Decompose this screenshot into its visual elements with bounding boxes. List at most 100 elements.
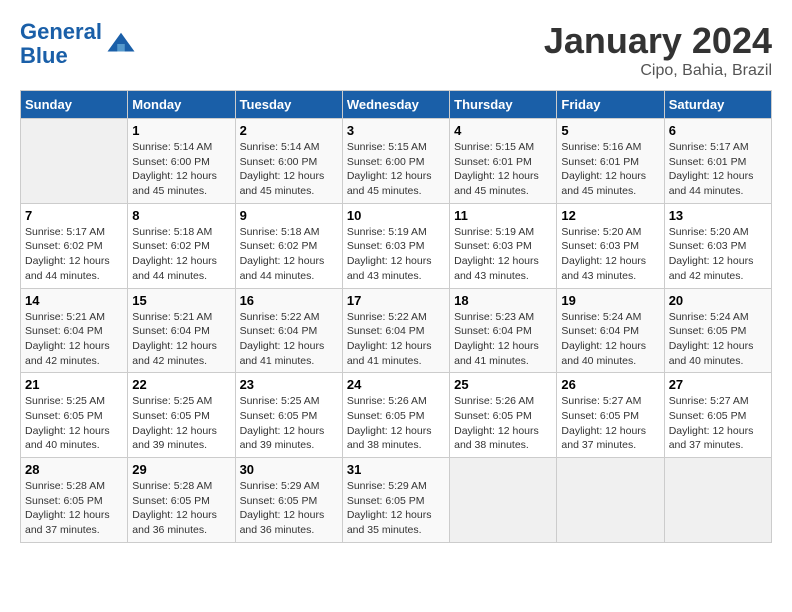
- day-info: Sunrise: 5:17 AMSunset: 6:01 PMDaylight:…: [669, 141, 754, 197]
- day-number: 19: [561, 293, 659, 308]
- day-info: Sunrise: 5:15 AMSunset: 6:00 PMDaylight:…: [347, 141, 432, 197]
- day-number: 7: [25, 208, 123, 223]
- calendar-cell: 7 Sunrise: 5:17 AMSunset: 6:02 PMDayligh…: [21, 203, 128, 288]
- calendar-cell: 27 Sunrise: 5:27 AMSunset: 6:05 PMDaylig…: [664, 373, 771, 458]
- logo: General Blue: [20, 20, 136, 68]
- day-info: Sunrise: 5:29 AMSunset: 6:05 PMDaylight:…: [240, 480, 325, 536]
- day-number: 27: [669, 377, 767, 392]
- calendar-cell: [664, 458, 771, 543]
- calendar-cell: 23 Sunrise: 5:25 AMSunset: 6:05 PMDaylig…: [235, 373, 342, 458]
- calendar-cell: 31 Sunrise: 5:29 AMSunset: 6:05 PMDaylig…: [342, 458, 449, 543]
- calendar-week-row: 28 Sunrise: 5:28 AMSunset: 6:05 PMDaylig…: [21, 458, 772, 543]
- day-info: Sunrise: 5:19 AMSunset: 6:03 PMDaylight:…: [347, 226, 432, 282]
- calendar-cell: 10 Sunrise: 5:19 AMSunset: 6:03 PMDaylig…: [342, 203, 449, 288]
- day-number: 15: [132, 293, 230, 308]
- day-info: Sunrise: 5:21 AMSunset: 6:04 PMDaylight:…: [25, 311, 110, 367]
- calendar-cell: 20 Sunrise: 5:24 AMSunset: 6:05 PMDaylig…: [664, 288, 771, 373]
- column-header-monday: Monday: [128, 91, 235, 119]
- calendar-cell: 6 Sunrise: 5:17 AMSunset: 6:01 PMDayligh…: [664, 119, 771, 204]
- calendar-cell: 3 Sunrise: 5:15 AMSunset: 6:00 PMDayligh…: [342, 119, 449, 204]
- day-info: Sunrise: 5:22 AMSunset: 6:04 PMDaylight:…: [240, 311, 325, 367]
- day-info: Sunrise: 5:19 AMSunset: 6:03 PMDaylight:…: [454, 226, 539, 282]
- calendar-week-row: 21 Sunrise: 5:25 AMSunset: 6:05 PMDaylig…: [21, 373, 772, 458]
- calendar-cell: 8 Sunrise: 5:18 AMSunset: 6:02 PMDayligh…: [128, 203, 235, 288]
- day-info: Sunrise: 5:25 AMSunset: 6:05 PMDaylight:…: [240, 395, 325, 451]
- day-number: 16: [240, 293, 338, 308]
- page-subtitle: Cipo, Bahia, Brazil: [544, 62, 772, 80]
- logo-icon: [106, 29, 136, 59]
- day-info: Sunrise: 5:22 AMSunset: 6:04 PMDaylight:…: [347, 311, 432, 367]
- day-info: Sunrise: 5:14 AMSunset: 6:00 PMDaylight:…: [240, 141, 325, 197]
- day-number: 3: [347, 123, 445, 138]
- day-number: 20: [669, 293, 767, 308]
- day-info: Sunrise: 5:25 AMSunset: 6:05 PMDaylight:…: [132, 395, 217, 451]
- column-header-tuesday: Tuesday: [235, 91, 342, 119]
- calendar-cell: 24 Sunrise: 5:26 AMSunset: 6:05 PMDaylig…: [342, 373, 449, 458]
- calendar-cell: 19 Sunrise: 5:24 AMSunset: 6:04 PMDaylig…: [557, 288, 664, 373]
- calendar-cell: 17 Sunrise: 5:22 AMSunset: 6:04 PMDaylig…: [342, 288, 449, 373]
- day-info: Sunrise: 5:26 AMSunset: 6:05 PMDaylight:…: [347, 395, 432, 451]
- day-info: Sunrise: 5:28 AMSunset: 6:05 PMDaylight:…: [25, 480, 110, 536]
- calendar-cell: 28 Sunrise: 5:28 AMSunset: 6:05 PMDaylig…: [21, 458, 128, 543]
- page-header: General Blue January 2024 Cipo, Bahia, B…: [20, 20, 772, 80]
- day-number: 2: [240, 123, 338, 138]
- day-info: Sunrise: 5:15 AMSunset: 6:01 PMDaylight:…: [454, 141, 539, 197]
- page-title: January 2024: [544, 20, 772, 62]
- day-number: 31: [347, 462, 445, 477]
- day-number: 4: [454, 123, 552, 138]
- day-number: 30: [240, 462, 338, 477]
- day-info: Sunrise: 5:23 AMSunset: 6:04 PMDaylight:…: [454, 311, 539, 367]
- day-number: 8: [132, 208, 230, 223]
- day-info: Sunrise: 5:26 AMSunset: 6:05 PMDaylight:…: [454, 395, 539, 451]
- day-number: 12: [561, 208, 659, 223]
- calendar-cell: [450, 458, 557, 543]
- day-info: Sunrise: 5:28 AMSunset: 6:05 PMDaylight:…: [132, 480, 217, 536]
- calendar-cell: 26 Sunrise: 5:27 AMSunset: 6:05 PMDaylig…: [557, 373, 664, 458]
- day-number: 28: [25, 462, 123, 477]
- day-info: Sunrise: 5:21 AMSunset: 6:04 PMDaylight:…: [132, 311, 217, 367]
- day-info: Sunrise: 5:29 AMSunset: 6:05 PMDaylight:…: [347, 480, 432, 536]
- day-info: Sunrise: 5:27 AMSunset: 6:05 PMDaylight:…: [669, 395, 754, 451]
- calendar-cell: 15 Sunrise: 5:21 AMSunset: 6:04 PMDaylig…: [128, 288, 235, 373]
- day-info: Sunrise: 5:24 AMSunset: 6:04 PMDaylight:…: [561, 311, 646, 367]
- day-number: 25: [454, 377, 552, 392]
- day-info: Sunrise: 5:18 AMSunset: 6:02 PMDaylight:…: [240, 226, 325, 282]
- day-number: 9: [240, 208, 338, 223]
- calendar-week-row: 1 Sunrise: 5:14 AMSunset: 6:00 PMDayligh…: [21, 119, 772, 204]
- day-number: 22: [132, 377, 230, 392]
- calendar-cell: 18 Sunrise: 5:23 AMSunset: 6:04 PMDaylig…: [450, 288, 557, 373]
- day-info: Sunrise: 5:27 AMSunset: 6:05 PMDaylight:…: [561, 395, 646, 451]
- calendar-cell: 13 Sunrise: 5:20 AMSunset: 6:03 PMDaylig…: [664, 203, 771, 288]
- calendar-week-row: 14 Sunrise: 5:21 AMSunset: 6:04 PMDaylig…: [21, 288, 772, 373]
- day-number: 11: [454, 208, 552, 223]
- calendar-cell: 11 Sunrise: 5:19 AMSunset: 6:03 PMDaylig…: [450, 203, 557, 288]
- day-info: Sunrise: 5:20 AMSunset: 6:03 PMDaylight:…: [561, 226, 646, 282]
- calendar-cell: 21 Sunrise: 5:25 AMSunset: 6:05 PMDaylig…: [21, 373, 128, 458]
- calendar-cell: 30 Sunrise: 5:29 AMSunset: 6:05 PMDaylig…: [235, 458, 342, 543]
- column-header-friday: Friday: [557, 91, 664, 119]
- day-number: 1: [132, 123, 230, 138]
- day-info: Sunrise: 5:24 AMSunset: 6:05 PMDaylight:…: [669, 311, 754, 367]
- day-number: 14: [25, 293, 123, 308]
- calendar-header-row: SundayMondayTuesdayWednesdayThursdayFrid…: [21, 91, 772, 119]
- day-number: 5: [561, 123, 659, 138]
- column-header-sunday: Sunday: [21, 91, 128, 119]
- day-info: Sunrise: 5:25 AMSunset: 6:05 PMDaylight:…: [25, 395, 110, 451]
- calendar-cell: 2 Sunrise: 5:14 AMSunset: 6:00 PMDayligh…: [235, 119, 342, 204]
- calendar-cell: 29 Sunrise: 5:28 AMSunset: 6:05 PMDaylig…: [128, 458, 235, 543]
- calendar-week-row: 7 Sunrise: 5:17 AMSunset: 6:02 PMDayligh…: [21, 203, 772, 288]
- day-number: 23: [240, 377, 338, 392]
- calendar-cell: [21, 119, 128, 204]
- day-info: Sunrise: 5:20 AMSunset: 6:03 PMDaylight:…: [669, 226, 754, 282]
- day-number: 26: [561, 377, 659, 392]
- calendar-cell: 5 Sunrise: 5:16 AMSunset: 6:01 PMDayligh…: [557, 119, 664, 204]
- calendar-cell: 14 Sunrise: 5:21 AMSunset: 6:04 PMDaylig…: [21, 288, 128, 373]
- day-number: 13: [669, 208, 767, 223]
- column-header-wednesday: Wednesday: [342, 91, 449, 119]
- calendar-cell: 12 Sunrise: 5:20 AMSunset: 6:03 PMDaylig…: [557, 203, 664, 288]
- day-info: Sunrise: 5:16 AMSunset: 6:01 PMDaylight:…: [561, 141, 646, 197]
- day-info: Sunrise: 5:18 AMSunset: 6:02 PMDaylight:…: [132, 226, 217, 282]
- column-header-saturday: Saturday: [664, 91, 771, 119]
- day-number: 29: [132, 462, 230, 477]
- day-number: 21: [25, 377, 123, 392]
